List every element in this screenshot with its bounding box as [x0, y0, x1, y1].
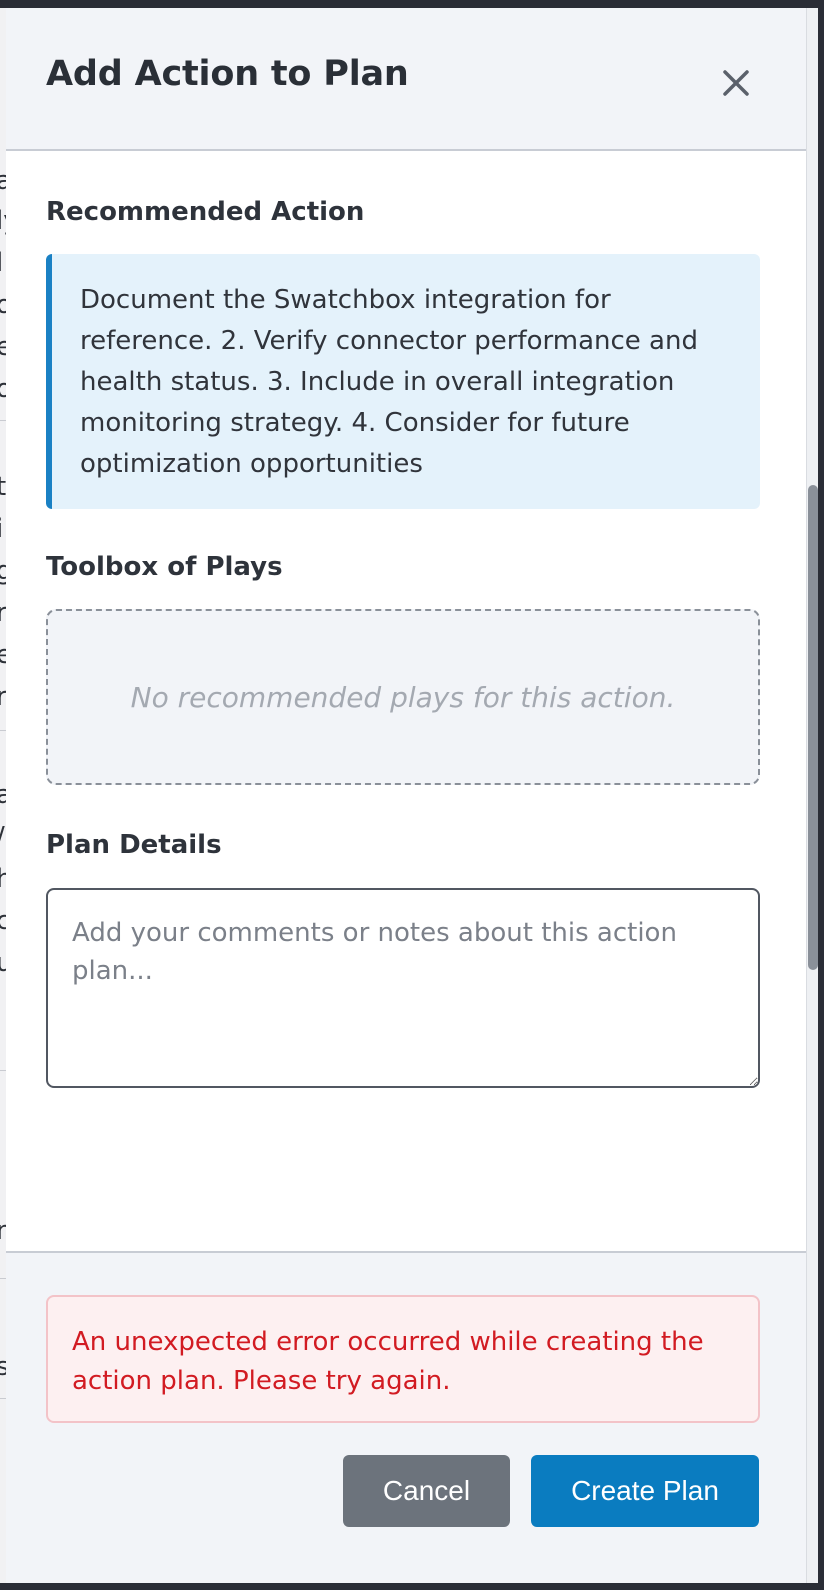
modal-footer: An unexpected error occurred while creat…: [6, 1251, 806, 1583]
toolbox-empty-text: No recommended plays for this action.: [130, 680, 676, 714]
cancel-button[interactable]: Cancel: [343, 1455, 510, 1527]
bg-fragment: l: [0, 250, 3, 276]
bg-fragment: /: [0, 824, 5, 850]
toolbox-label: Toolbox of Plays: [46, 552, 283, 582]
bg-fragment: i: [0, 516, 3, 542]
add-action-modal: Add Action to Plan Recommended Action Do…: [6, 8, 806, 1583]
create-plan-button[interactable]: Create Plan: [531, 1455, 759, 1527]
close-icon: [723, 70, 749, 96]
modal-header: Add Action to Plan: [6, 8, 806, 151]
plan-details-textarea[interactable]: [46, 888, 760, 1088]
scrollbar-thumb[interactable]: [808, 485, 818, 970]
modal-body: Recommended Action Document the Swatchbo…: [6, 151, 806, 1251]
plan-details-label: Plan Details: [46, 830, 222, 860]
error-alert: An unexpected error occurred while creat…: [46, 1295, 760, 1423]
modal-title: Add Action to Plan: [46, 54, 409, 94]
close-button[interactable]: [716, 63, 756, 103]
recommended-action-box: Document the Swatchbox integration for r…: [46, 254, 760, 509]
recommended-action-label: Recommended Action: [46, 197, 365, 227]
toolbox-empty-state: No recommended plays for this action.: [46, 609, 760, 785]
